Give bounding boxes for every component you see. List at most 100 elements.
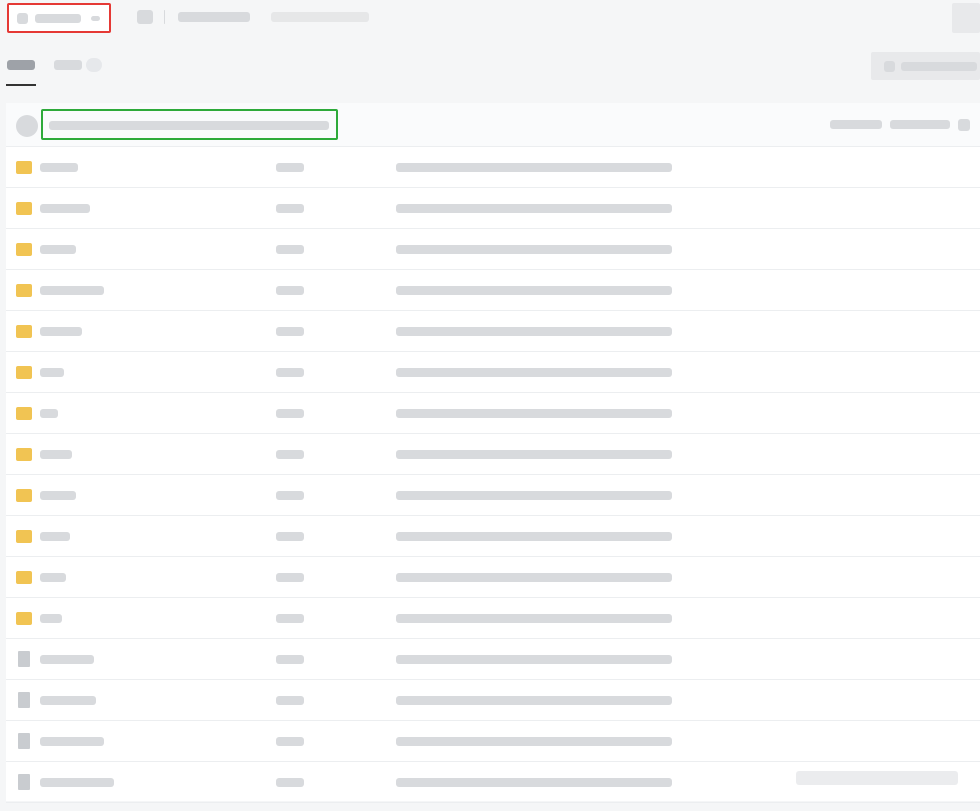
tabs-row: [0, 44, 980, 88]
row-author: [276, 778, 304, 787]
row-author: [276, 696, 304, 705]
divider: [164, 10, 165, 24]
folder-icon: [16, 612, 32, 625]
branch-selector[interactable]: [7, 3, 111, 33]
branch-icon: [17, 13, 28, 24]
row-commit-message[interactable]: [396, 778, 672, 787]
row-author: [276, 532, 304, 541]
row-name[interactable]: [40, 532, 70, 541]
row-author: [276, 491, 304, 500]
table-row[interactable]: [6, 721, 980, 762]
file-table: [6, 103, 980, 803]
folder-icon: [16, 407, 32, 420]
row-name[interactable]: [40, 696, 96, 705]
table-row[interactable]: [6, 352, 980, 393]
row-commit-message[interactable]: [396, 204, 672, 213]
row-commit-message[interactable]: [396, 245, 672, 254]
folder-icon: [16, 161, 32, 174]
tab-history[interactable]: [54, 60, 82, 70]
row-name[interactable]: [40, 327, 82, 336]
folder-icon: [16, 284, 32, 297]
table-row[interactable]: [6, 147, 980, 188]
file-icon: [18, 692, 30, 708]
table-row[interactable]: [6, 639, 980, 680]
row-name[interactable]: [40, 163, 78, 172]
create-merge-request-button[interactable]: [871, 52, 980, 80]
row-name[interactable]: [40, 368, 64, 377]
row-name[interactable]: [40, 491, 76, 500]
row-name[interactable]: [40, 204, 90, 213]
folder-icon: [16, 325, 32, 338]
branch-name: [35, 14, 81, 23]
folder-icon: [16, 202, 32, 215]
row-author: [276, 163, 304, 172]
row-author: [276, 737, 304, 746]
latest-commit-bar: [6, 103, 980, 147]
file-rows: [6, 147, 980, 803]
row-name[interactable]: [40, 614, 62, 623]
folder-icon: [16, 243, 32, 256]
row-commit-message[interactable]: [396, 655, 672, 664]
row-commit-message[interactable]: [396, 163, 672, 172]
merge-request-icon: [884, 61, 895, 72]
table-row[interactable]: [6, 188, 980, 229]
table-row[interactable]: [6, 311, 980, 352]
copy-icon[interactable]: [958, 119, 970, 131]
commit-hash[interactable]: [890, 120, 950, 129]
row-name[interactable]: [40, 450, 72, 459]
home-icon[interactable]: [137, 10, 153, 24]
table-row[interactable]: [6, 229, 980, 270]
table-row[interactable]: [6, 434, 980, 475]
folder-icon: [16, 530, 32, 543]
table-row[interactable]: [6, 557, 980, 598]
row-commit-message[interactable]: [396, 491, 672, 500]
row-name[interactable]: [40, 409, 58, 418]
row-author: [276, 286, 304, 295]
row-author: [276, 450, 304, 459]
row-name[interactable]: [40, 778, 114, 787]
tab-files[interactable]: [6, 44, 36, 88]
row-name[interactable]: [40, 573, 66, 582]
find-file-dropdown[interactable]: [178, 12, 250, 22]
row-author: [276, 655, 304, 664]
latest-commit-message[interactable]: [41, 109, 338, 140]
row-commit-message[interactable]: [396, 286, 672, 295]
last-commit-label: [830, 120, 882, 129]
merge-request-label: [901, 62, 977, 71]
table-row[interactable]: [6, 270, 980, 311]
row-commit-message[interactable]: [396, 368, 672, 377]
row-name[interactable]: [40, 286, 104, 295]
row-commit-message[interactable]: [396, 696, 672, 705]
file-icon: [18, 733, 30, 749]
folder-icon: [16, 366, 32, 379]
file-icon: [18, 774, 30, 790]
table-row[interactable]: [6, 475, 980, 516]
row-commit-message[interactable]: [396, 573, 672, 582]
row-author: [276, 573, 304, 582]
avatar: [16, 115, 38, 137]
row-commit-message[interactable]: [396, 532, 672, 541]
row-name[interactable]: [40, 245, 76, 254]
row-commit-message[interactable]: [396, 614, 672, 623]
watermark: [796, 771, 958, 785]
tab-files-label: [7, 60, 35, 70]
row-commit-message[interactable]: [396, 327, 672, 336]
row-author: [276, 327, 304, 336]
top-right-button[interactable]: [952, 3, 980, 33]
table-row[interactable]: [6, 516, 980, 557]
latest-commit-text: [49, 121, 329, 130]
row-name[interactable]: [40, 655, 94, 664]
folder-icon: [16, 448, 32, 461]
row-name[interactable]: [40, 737, 104, 746]
row-commit-message[interactable]: [396, 450, 672, 459]
table-row[interactable]: [6, 393, 980, 434]
row-author: [276, 409, 304, 418]
row-author: [276, 614, 304, 623]
table-row[interactable]: [6, 598, 980, 639]
row-author: [276, 245, 304, 254]
row-commit-message[interactable]: [396, 409, 672, 418]
row-commit-message[interactable]: [396, 737, 672, 746]
table-row[interactable]: [6, 680, 980, 721]
chevron-down-icon: [91, 16, 100, 21]
path-search-input[interactable]: [271, 12, 369, 22]
